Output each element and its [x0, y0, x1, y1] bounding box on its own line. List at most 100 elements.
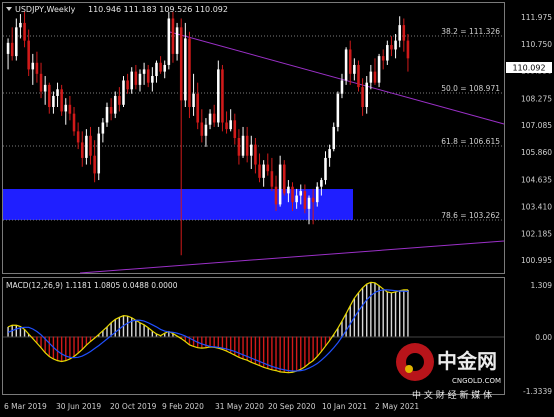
candle-bull [287, 186, 290, 194]
candle-bull [56, 89, 59, 96]
macd-histogram-bar [374, 282, 376, 337]
price-tick-label: 107.085 [521, 121, 552, 130]
candle-bull [320, 180, 323, 187]
macd-histogram-bar [403, 289, 405, 337]
macd-histogram-bar [308, 336, 310, 364]
macd-histogram-bar [312, 336, 314, 361]
macd-histogram-bar [209, 336, 211, 347]
candle-bull [138, 73, 142, 85]
macd-histogram-bar [192, 336, 195, 347]
candle-bull [52, 95, 55, 108]
macd-histogram-bar [275, 336, 277, 371]
candle-bear [357, 64, 360, 88]
candle-bull [353, 64, 356, 74]
macd-histogram-bar [341, 321, 343, 337]
candle-bull [6, 42, 10, 54]
macd-label: MACD(12,26,9) 1.1181 1.0805 0.0488 0.000… [6, 281, 178, 290]
ohlc-readout: 110.946 111.183 109.526 110.092 [88, 5, 228, 14]
candle-bull [175, 27, 179, 54]
time-tick-label: 6 Mar 2019 [4, 402, 47, 411]
candle-bear [402, 25, 406, 41]
candle-bear [254, 144, 257, 165]
candle-bear [72, 113, 76, 132]
time-tick-label: 20 Sep 2020 [268, 402, 316, 411]
macd-histogram-bar [60, 336, 63, 362]
candle-bull [64, 104, 68, 112]
macd-histogram-bar [370, 282, 372, 337]
candle-bull [167, 18, 171, 65]
candle-bull [163, 64, 166, 72]
price-tick-label: 100.995 [521, 256, 552, 265]
candle-bear [348, 49, 352, 74]
candle-bear [171, 18, 175, 54]
candle-bull [386, 45, 389, 61]
macd-histogram-bar [386, 291, 389, 337]
candle-bull [295, 195, 298, 203]
macd-histogram-bar [398, 290, 401, 337]
candle-bull [43, 84, 47, 92]
macd-histogram-bar [73, 336, 75, 357]
macd-histogram-bar [320, 336, 323, 352]
time-tick-label: 9 Feb 2020 [162, 402, 204, 411]
candle-bear [258, 164, 261, 178]
candle-bull [130, 71, 134, 90]
macd-histogram-bar [217, 336, 220, 349]
macd-histogram-bar [382, 289, 384, 337]
cngold-logo-dot [405, 365, 413, 373]
macd-histogram-bar [48, 336, 50, 357]
macd-histogram-bar [378, 285, 380, 337]
candle-bear [225, 122, 228, 130]
candle-bear [10, 42, 14, 57]
current-price-value: 110.092 [512, 64, 545, 73]
price-tick-label: 104.635 [521, 175, 552, 184]
time-tick-label: 31 May 2020 [215, 402, 264, 411]
macd-histogram-bar [15, 325, 18, 337]
candle-bull [340, 80, 344, 94]
candle-bull [122, 80, 125, 105]
candle-bull [217, 69, 220, 123]
candle-bull [15, 27, 18, 57]
candle-bear [233, 120, 237, 138]
macd-histogram-bar [267, 336, 269, 369]
candle-bull [151, 76, 154, 83]
cngold-watermark: 中金网 CNGOLD.COM 中 文 财 经 新 媒 体 [396, 343, 501, 401]
macd-histogram-bar [295, 336, 298, 372]
candle-bear [118, 95, 121, 105]
candle-bear [126, 80, 129, 90]
macd-histogram-bar [234, 336, 236, 356]
candle-bull [394, 40, 397, 50]
candle-bear [266, 164, 270, 172]
candle-bull [155, 62, 158, 77]
candle-bear [80, 142, 84, 158]
macd-histogram-bar [357, 292, 360, 337]
candle-bear [373, 71, 377, 83]
price-tick-label: 110.750 [521, 40, 552, 49]
macd-histogram-bar [361, 287, 364, 337]
candle-bull [307, 197, 311, 209]
macd-axis-zero: 0.00 [535, 333, 552, 342]
price-tick-label: 111.975 [521, 13, 552, 22]
price-tick-label: 105.860 [521, 148, 552, 157]
chart-canvas: USDJPY,Weekly 110.946 111.183 109.526 11… [0, 0, 554, 413]
fib-label-618: 61.8 = 106.615 [441, 137, 500, 146]
macd-histogram-bar [349, 305, 351, 337]
macd-histogram-bar [147, 327, 149, 337]
candle-bear [270, 171, 274, 187]
price-tick-label: 102.185 [521, 229, 552, 238]
fib-label-786: 78.6 = 103.262 [441, 211, 500, 220]
candle-bull [369, 71, 373, 83]
candle-bull [19, 22, 22, 28]
macd-axis-top: 1.309 [531, 281, 553, 290]
candle-bear [196, 93, 199, 123]
candle-bear [109, 107, 113, 114]
candle-bear [390, 45, 393, 50]
candle-bull [113, 95, 117, 114]
macd-histogram-bar [106, 326, 108, 337]
macd-histogram-bar [77, 336, 79, 354]
candle-bear [35, 62, 39, 74]
candle-bull [142, 69, 146, 74]
candle-bull [101, 122, 105, 134]
candle-bull [278, 164, 282, 205]
macd-histogram-bar [65, 336, 67, 361]
candle-bear [134, 71, 138, 85]
